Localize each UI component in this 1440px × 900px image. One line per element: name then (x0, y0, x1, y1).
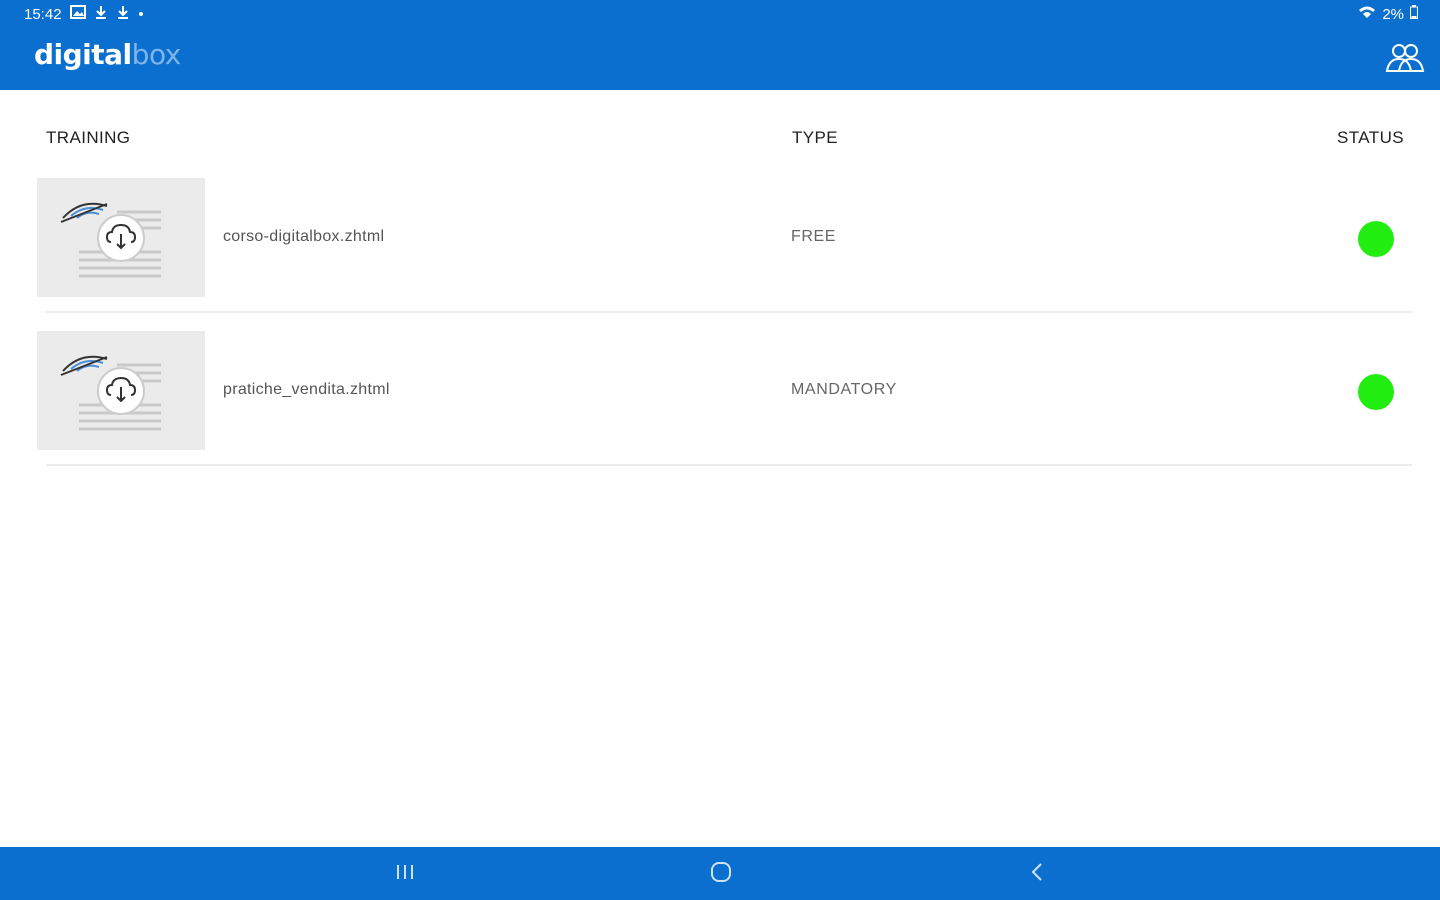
table-row[interactable]: pratiche_vendita.zhtml MANDATORY (0, 331, 1440, 467)
table-header: TRAINING TYPE STATUS (0, 128, 1440, 152)
app-logo: digitalbox (34, 38, 181, 71)
training-thumbnail (37, 331, 205, 450)
system-navigation-bar (0, 847, 1440, 900)
back-icon (1030, 862, 1044, 887)
download-notification-icon (116, 5, 130, 23)
training-list: TRAINING TYPE STATUS corso-digitalbox.zh… (0, 90, 1440, 847)
users-icon (1385, 41, 1425, 78)
users-button[interactable] (1384, 40, 1426, 78)
logo-text-secondary: box (131, 38, 182, 71)
status-indicator (1358, 374, 1394, 410)
system-status-bar: 15:42 2% (0, 0, 1440, 28)
cloud-download-document-icon (60, 202, 161, 278)
training-name: corso-digitalbox.zhtml (223, 228, 385, 245)
training-type: FREE (791, 228, 837, 245)
training-type: MANDATORY (791, 381, 897, 398)
home-button[interactable] (701, 859, 741, 889)
status-time: 15:42 (24, 5, 62, 23)
row-divider (46, 311, 1412, 313)
recents-icon (395, 863, 415, 886)
status-indicator (1358, 221, 1394, 257)
image-notification-icon (69, 5, 86, 23)
wifi-icon (1358, 5, 1376, 23)
training-thumbnail (37, 178, 205, 297)
training-name: pratiche_vendita.zhtml (223, 381, 390, 398)
app-header: digitalbox (0, 28, 1440, 90)
column-header-type: TYPE (792, 128, 839, 147)
table-row[interactable]: corso-digitalbox.zhtml FREE (0, 178, 1440, 314)
column-header-training: TRAINING (46, 128, 131, 147)
cloud-download-document-icon (60, 355, 161, 431)
logo-text-primary: digital (34, 38, 132, 71)
home-icon (710, 861, 732, 888)
more-notifications-dot-icon (138, 5, 144, 23)
row-divider (46, 464, 1412, 466)
download-notification-icon (94, 5, 108, 23)
battery-icon (1410, 5, 1418, 23)
battery-percent: 2% (1382, 5, 1404, 23)
back-button[interactable] (1017, 859, 1057, 889)
recents-button[interactable] (385, 859, 425, 889)
column-header-status: STATUS (1337, 128, 1404, 147)
